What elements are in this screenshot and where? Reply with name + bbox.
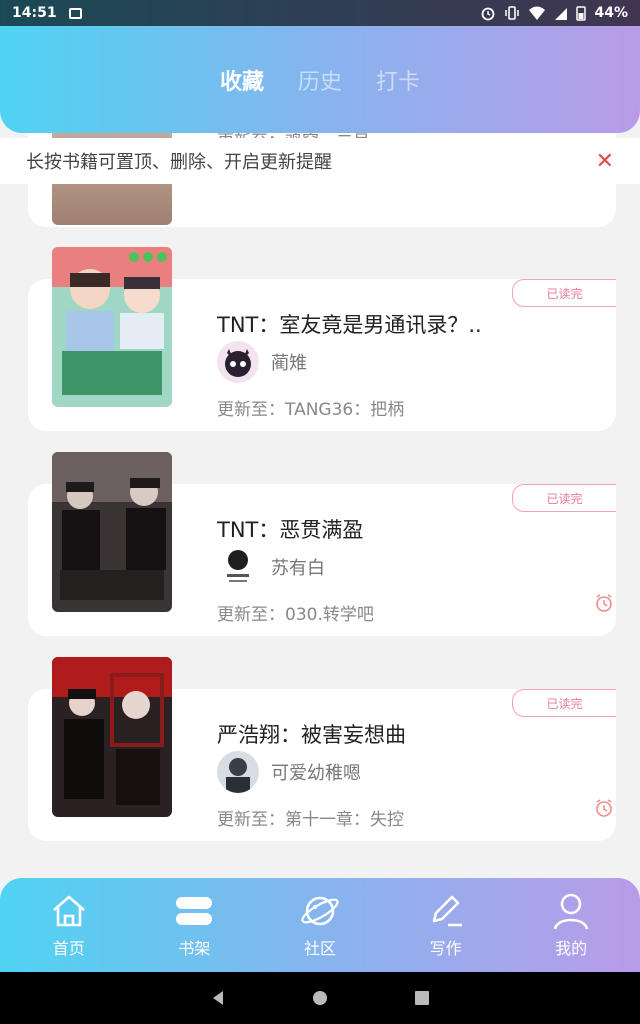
author-name: 苏有白	[271, 558, 325, 579]
bookshelf-list[interactable]: 更新至：鸡窝一二号 TNT：室友竟是男通讯录？.. 蔺雉 更新至：TANG36：…	[0, 133, 640, 878]
user-icon	[553, 893, 589, 930]
system-nav-bar	[0, 972, 640, 1024]
book-card[interactable]: TNT：室友竟是男通讯录？.. 蔺雉 更新至：TANG36：把柄 已读完	[28, 247, 616, 431]
tab-bar: 收藏 历史 打卡	[0, 64, 640, 96]
book-cover	[52, 247, 172, 407]
battery-level: 44%	[594, 5, 628, 21]
battery-icon	[576, 6, 587, 21]
close-icon[interactable]: ✕	[596, 149, 614, 174]
wifi-icon	[529, 6, 546, 20]
notice-bar: 长按书籍可置顶、删除、开启更新提醒 ✕	[0, 138, 640, 184]
vibrate-icon	[505, 6, 520, 20]
image-notification-icon	[68, 7, 82, 19]
author-row: 可爱幼稚嗯	[217, 751, 361, 793]
status-time: 14:51	[12, 5, 57, 21]
update-text: 更新至：第十一章：失控	[217, 810, 404, 830]
author-name: 可爱幼稚嗯	[271, 763, 361, 784]
update-text: 更新至：TANG36：把柄	[217, 400, 405, 420]
book-title: TNT：恶贯满盈	[217, 518, 364, 542]
avatar	[217, 341, 259, 383]
status-badge: 已读完	[512, 689, 616, 717]
header: 14:51 44% 收藏 历史 打卡	[0, 0, 640, 133]
nav-bookshelf-label: 书架	[178, 939, 211, 958]
recents-icon[interactable]	[413, 989, 431, 1007]
home-icon	[52, 895, 85, 927]
nav-bookshelf[interactable]: 书架	[144, 891, 244, 959]
planet-icon	[301, 896, 339, 926]
book-title: 严浩翔：被害妄想曲	[217, 723, 406, 747]
back-icon[interactable]	[209, 989, 227, 1007]
status-badge: 已读完	[512, 484, 616, 512]
nav-community[interactable]: 社区	[270, 891, 370, 959]
nav-write-label: 写作	[429, 939, 462, 958]
pen-icon	[432, 895, 462, 927]
avatar	[217, 751, 259, 793]
update-alarm-icon[interactable]	[594, 593, 614, 613]
author-name: 蔺雉	[271, 353, 307, 374]
tab-history[interactable]: 历史	[298, 64, 342, 96]
book-cover	[52, 657, 172, 817]
bottom-nav: 首页 书架 社区 写作 我的	[0, 878, 640, 972]
home-circle-icon[interactable]	[311, 989, 329, 1007]
tab-checkin[interactable]: 打卡	[376, 64, 420, 96]
author-row: 苏有白	[217, 546, 325, 588]
notice-text: 长按书籍可置顶、删除、开启更新提醒	[26, 152, 332, 173]
book-card[interactable]: 严浩翔：被害妄想曲 可爱幼稚嗯 更新至：第十一章：失控 已读完	[28, 657, 616, 841]
status-badge: 已读完	[512, 279, 616, 307]
nav-write[interactable]: 写作	[396, 891, 496, 959]
nav-home-label: 首页	[52, 939, 85, 958]
nav-profile[interactable]: 我的	[521, 891, 621, 959]
update-alarm-icon[interactable]	[594, 798, 614, 818]
nav-profile-label: 我的	[555, 939, 588, 958]
bookshelf-icon	[176, 897, 213, 925]
nav-community-label: 社区	[303, 939, 336, 958]
author-row: 蔺雉	[217, 341, 307, 383]
tab-favorites[interactable]: 收藏	[220, 64, 264, 96]
alarm-status-icon	[482, 7, 495, 21]
status-bar: 14:51 44%	[0, 0, 640, 26]
book-title: TNT：室友竟是男通讯录？..	[217, 313, 482, 337]
update-text: 更新至：030.转学吧	[217, 605, 374, 625]
book-card[interactable]: TNT：恶贯满盈 苏有白 更新至：030.转学吧 已读完	[28, 452, 616, 636]
avatar	[217, 546, 259, 588]
signal-icon	[555, 8, 568, 20]
book-cover	[52, 452, 172, 612]
nav-home[interactable]: 首页	[19, 891, 119, 959]
